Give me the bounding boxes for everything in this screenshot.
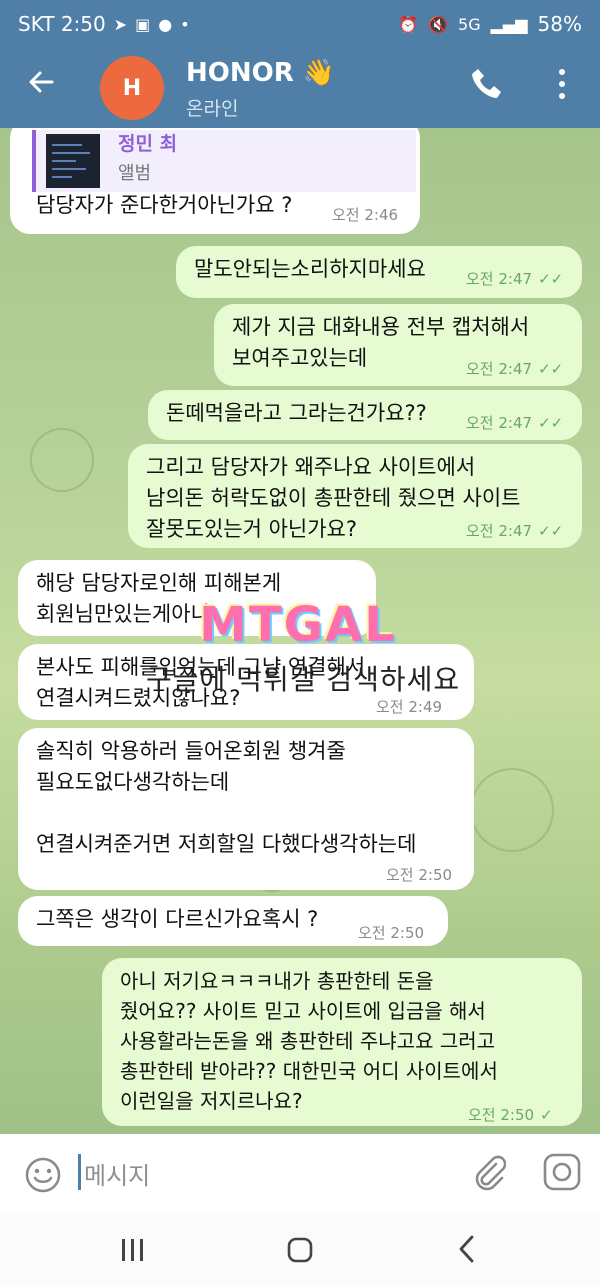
recents-icon[interactable] xyxy=(118,1236,148,1268)
home-icon[interactable] xyxy=(286,1236,314,1268)
gallery-icon: ▣ xyxy=(135,14,151,34)
network-badge: 5G xyxy=(458,14,481,34)
message-meta: 오전 2:47 ✓✓ xyxy=(466,408,563,439)
talk-icon: ● xyxy=(158,14,173,34)
emoji-icon[interactable] xyxy=(24,1156,62,1198)
message-meta: 오전 2:47 ✓✓ xyxy=(466,354,563,385)
mute-icon: 🔇 xyxy=(428,14,449,34)
message-text: 돈떼먹을라고 그라는건가요?? xyxy=(166,401,427,425)
message-bubble-incoming[interactable]: 그쪽은 생각이 다르신가요혹시 ? 오전 2:50 xyxy=(18,896,448,946)
signal-icon: ▂▄▆ xyxy=(490,14,528,34)
message-bubble-outgoing[interactable]: 제가 지금 대화내용 전부 캡처해서 보여주고있는데 오전 2:47 ✓✓ xyxy=(214,304,582,386)
message-bubble-outgoing[interactable]: 그리고 담당자가 왜주나요 사이트에서 남의돈 허락도없이 총판한테 줬으면 사… xyxy=(128,444,582,548)
chat-area[interactable]: 정민 최 앨범 담당자가 준다한거아닌가요 ? 오전 2:46 말도안되는소리하… xyxy=(0,128,600,1134)
read-check-icon: ✓✓ xyxy=(538,360,564,378)
status-bar: SKT 2:50 ➤ ▣ ● • ⏰ 🔇 5G ▂▄▆ 58% xyxy=(0,0,600,48)
message-bubble-incoming[interactable]: 솔직히 악용하러 들어온회원 챙겨줄 필요도없다생각하는데 연결시켜준거면 저희… xyxy=(18,728,474,890)
reply-subtitle: 앨범 xyxy=(118,163,152,184)
message-bubble-outgoing[interactable]: 아니 저기요ㅋㅋㅋ내가 총판한테 돈을 줬어요?? 사이트 믿고 사이트에 입금… xyxy=(102,958,582,1126)
message-text-line: 총판한테 받아라?? 대한민국 어디 사이트에서 xyxy=(120,1059,498,1083)
message-text-line: 솔직히 악용하러 들어온회원 챙겨줄 xyxy=(36,739,346,763)
contact-status: 온라인 xyxy=(186,98,239,120)
background-doodle xyxy=(470,768,554,852)
dot-icon: • xyxy=(180,14,190,34)
message-bubble-outgoing[interactable]: 말도안되는소리하지마세요 오전 2:47 ✓✓ xyxy=(176,246,582,298)
message-text-line: 제가 지금 대화내용 전부 캡처해서 xyxy=(232,315,530,339)
message-bubble-outgoing[interactable]: 돈떼먹을라고 그라는건가요?? 오전 2:47 ✓✓ xyxy=(148,390,582,440)
attach-icon[interactable] xyxy=(470,1152,507,1196)
wave-emoji: 👋 xyxy=(302,58,336,88)
message-text-line: 연결시켜준거면 저희할일 다했다생각하는데 xyxy=(36,832,417,856)
message-input-bar: 메시지 xyxy=(0,1134,600,1212)
message-text: 담당자가 준다한거아닌가요 ? xyxy=(36,193,293,217)
message-bubble-incoming[interactable]: 정민 최 앨범 담당자가 준다한거아닌가요 ? 오전 2:46 xyxy=(10,128,420,234)
battery-level: 58% xyxy=(537,12,582,36)
message-text-line: 아니 저기요ㅋㅋㅋ내가 총판한테 돈을 xyxy=(120,969,434,993)
message-time: 오전 2:50 xyxy=(386,866,453,884)
message-text: 말도안되는소리하지마세요 xyxy=(194,257,426,281)
message-time: 오전 2:50 xyxy=(358,924,425,942)
message-text-line: 그리고 담당자가 왜주나요 사이트에서 xyxy=(146,455,476,479)
watermark-text: 구글에 먹튀갤 검색하세요 xyxy=(146,663,461,696)
background-doodle xyxy=(30,428,94,492)
phone-icon[interactable] xyxy=(470,66,504,106)
system-nav-bar xyxy=(0,1212,600,1287)
avatar[interactable]: H xyxy=(100,56,164,120)
read-check-icon: ✓✓ xyxy=(538,522,564,540)
message-time: 오전 2:46 xyxy=(332,206,399,224)
telegram-icon: ➤ xyxy=(113,14,128,34)
message-text-line: 줬어요?? 사이트 믿고 사이트에 입금을 해서 xyxy=(120,999,486,1023)
camera-icon[interactable] xyxy=(542,1152,582,1196)
message-meta: 오전 2:47 ✓✓ xyxy=(466,264,563,295)
sent-check-icon: ✓ xyxy=(540,1106,553,1124)
back-arrow-icon[interactable] xyxy=(26,66,56,106)
message-text-line: 필요도없다생각하는데 xyxy=(36,770,230,794)
message-meta: 오전 2:47 ✓✓ xyxy=(466,516,563,547)
chat-header: H HONOR 👋 온라인 xyxy=(0,48,600,128)
message-text: 그쪽은 생각이 다르신가요혹시 ? xyxy=(36,907,319,931)
message-text-line: 남의돈 허락도없이 총판한테 줬으면 사이트 xyxy=(146,486,521,510)
watermark-logo: MTGAL xyxy=(199,597,397,653)
message-input[interactable]: 메시지 xyxy=(84,1156,150,1191)
more-menu-icon[interactable] xyxy=(552,66,572,106)
read-check-icon: ✓✓ xyxy=(538,414,564,432)
message-meta: 오전 2:50 ✓ xyxy=(468,1100,553,1130)
read-check-icon: ✓✓ xyxy=(538,270,564,288)
reply-preview[interactable]: 정민 최 앨범 xyxy=(32,130,416,192)
alarm-icon: ⏰ xyxy=(398,14,419,34)
text-caret xyxy=(78,1154,81,1190)
nav-back-icon[interactable] xyxy=(456,1234,478,1268)
album-thumbnail xyxy=(46,134,100,188)
message-text-line: 사용할라는돈을 왜 총판한테 주냐고요 그러고 xyxy=(120,1029,496,1053)
carrier-time: SKT 2:50 xyxy=(18,12,106,36)
reply-sender: 정민 최 xyxy=(118,133,178,155)
contact-name[interactable]: HONOR 👋 xyxy=(186,58,335,88)
message-text-line: 해당 담당자로인해 피해본게 xyxy=(36,571,282,595)
